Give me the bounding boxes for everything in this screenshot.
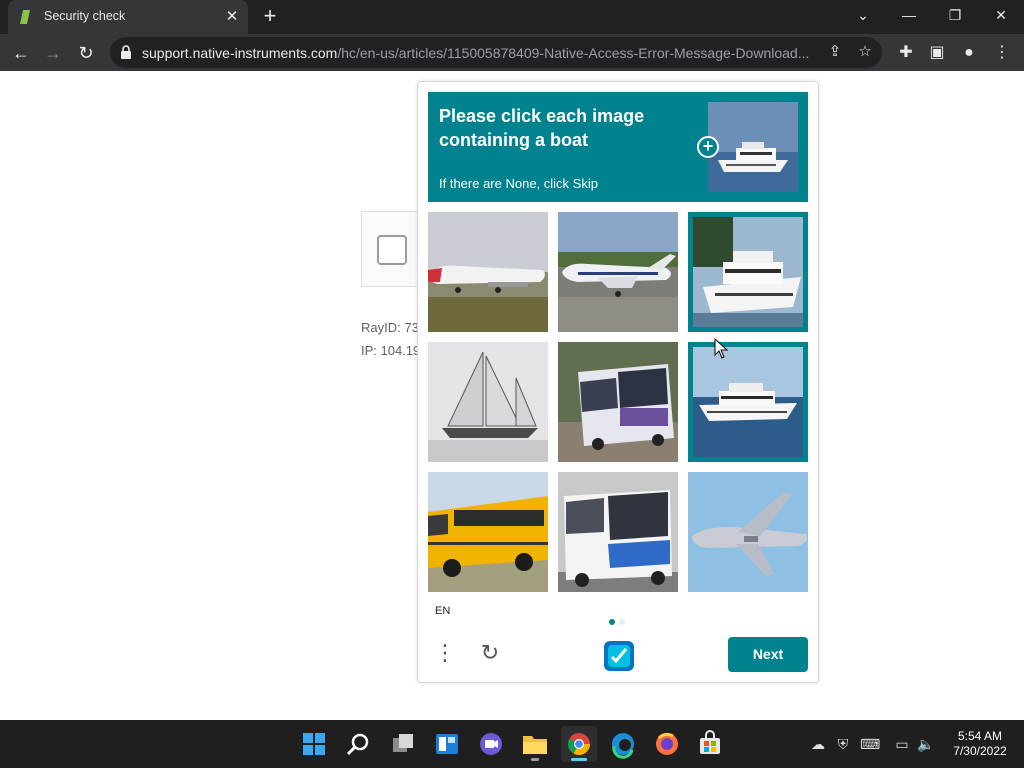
ip-text: IP: 104.19: [361, 343, 421, 358]
tile-2-airplane[interactable]: [558, 212, 678, 332]
restore-button[interactable]: ❐: [932, 0, 978, 30]
forward-button[interactable]: →: [40, 40, 66, 66]
tile-1-airplane[interactable]: [428, 212, 548, 332]
browser-toolbar: ← → ↻ support.native-instruments.com/hc/…: [0, 34, 1024, 71]
close-tab-icon[interactable]: ✕: [222, 7, 242, 27]
firefox-icon: [656, 732, 678, 755]
tile-3-boat[interactable]: [688, 212, 808, 332]
volume-icon[interactable]: 🔈: [916, 734, 936, 754]
reload-button[interactable]: ↻: [73, 40, 99, 66]
prompt-text: Please click each image containing a boa…: [439, 104, 679, 152]
folder-icon: [523, 736, 547, 754]
clock[interactable]: 5:54 AM 7/30/2022: [946, 729, 1014, 759]
store-button[interactable]: [692, 726, 728, 762]
close-window-button[interactable]: ✕: [978, 0, 1024, 30]
address-bar[interactable]: support.native-instruments.com/hc/en-us/…: [110, 37, 882, 68]
lock-icon: [121, 45, 131, 59]
cloudflare-widget: [361, 211, 421, 287]
chrome-button[interactable]: [561, 726, 597, 762]
hcaptcha-logo-icon[interactable]: [602, 639, 636, 673]
windows-icon: [303, 733, 325, 755]
captcha-challenge-modal: Please click each image containing a boa…: [417, 81, 819, 683]
tile-5-bus[interactable]: [558, 342, 678, 462]
verify-checkbox[interactable]: [377, 235, 407, 265]
browser-tab[interactable]: Security check ✕: [8, 0, 248, 34]
running-indicator: [571, 758, 587, 761]
tile-4-sailboat[interactable]: [428, 342, 548, 462]
more-options-button[interactable]: ⋮: [428, 636, 462, 670]
tile-8-bus[interactable]: [558, 472, 678, 592]
side-panel-icon[interactable]: ▣: [924, 40, 950, 66]
task-view-icon: [393, 734, 413, 752]
tab-search-icon[interactable]: ⌄: [840, 0, 886, 30]
tab-strip: Security check ✕ + ⌄ — ❐ ✕: [0, 0, 1024, 34]
example-image: [708, 102, 798, 192]
language-selector[interactable]: EN: [435, 605, 450, 617]
ray-id-text: RayID: 73: [361, 320, 419, 335]
prompt-line-1: Please click each image: [439, 106, 645, 126]
mouse-cursor-icon: [714, 338, 728, 359]
bookmark-star-icon[interactable]: ☆: [854, 41, 876, 63]
search-button[interactable]: [340, 726, 376, 762]
challenge-prompt: Please click each image containing a boa…: [428, 92, 808, 202]
site-favicon-icon: [20, 10, 30, 24]
profile-icon[interactable]: ●: [956, 40, 982, 66]
menu-icon[interactable]: ⋮: [989, 40, 1015, 66]
store-icon: [700, 730, 720, 754]
new-tab-button[interactable]: +: [258, 5, 282, 29]
tile-6-boat[interactable]: [688, 342, 808, 462]
prompt-line-2: containing a boat: [439, 130, 589, 150]
pagination-dots: [609, 612, 629, 630]
refresh-challenge-button[interactable]: ↻: [473, 636, 507, 670]
url-text: support.native-instruments.com/hc/en-us/…: [142, 45, 809, 61]
url-host: support.native-instruments.com: [142, 45, 338, 61]
tile-7-school-bus[interactable]: [428, 472, 548, 592]
keyboard-icon[interactable]: ⌨: [860, 734, 880, 754]
chat-icon: [480, 733, 502, 755]
chrome-icon: [568, 733, 590, 755]
page-dot: [619, 619, 625, 625]
zoom-example-button[interactable]: +: [697, 136, 719, 158]
prompt-subtext: If there are None, click Skip: [439, 176, 598, 191]
next-button[interactable]: Next: [728, 637, 808, 672]
start-button[interactable]: [296, 726, 332, 762]
edge-button[interactable]: [605, 726, 641, 762]
page-dot-active: [609, 619, 615, 625]
file-explorer-button[interactable]: [517, 726, 553, 762]
running-indicator: [531, 758, 539, 761]
image-grid: [428, 212, 808, 592]
edge-icon: [612, 733, 634, 759]
minimize-button[interactable]: —: [886, 0, 932, 30]
firefox-button[interactable]: [649, 726, 685, 762]
widgets-button[interactable]: [429, 726, 465, 762]
onedrive-icon[interactable]: ☁: [808, 734, 828, 754]
extensions-icon[interactable]: ✚: [893, 40, 919, 66]
clock-time: 5:54 AM: [957, 729, 1003, 743]
back-button[interactable]: ←: [8, 40, 34, 66]
clock-date: 7/30/2022: [953, 744, 1007, 758]
chat-button[interactable]: [473, 726, 509, 762]
tile-9-airplane[interactable]: [688, 472, 808, 592]
security-icon[interactable]: ⛨: [833, 734, 853, 754]
tab-title: Security check: [44, 9, 126, 23]
url-path: /hc/en-us/articles/115005878409-Native-A…: [337, 45, 810, 61]
widgets-icon: [436, 734, 458, 754]
taskbar: ☁ ⛨ ⌨ ▭ 🔈 5:54 AM 7/30/2022: [0, 720, 1024, 768]
share-icon[interactable]: ⇪: [824, 41, 846, 63]
network-icon[interactable]: ▭: [892, 734, 912, 754]
task-view-button[interactable]: [385, 726, 421, 762]
search-icon: [346, 733, 369, 756]
